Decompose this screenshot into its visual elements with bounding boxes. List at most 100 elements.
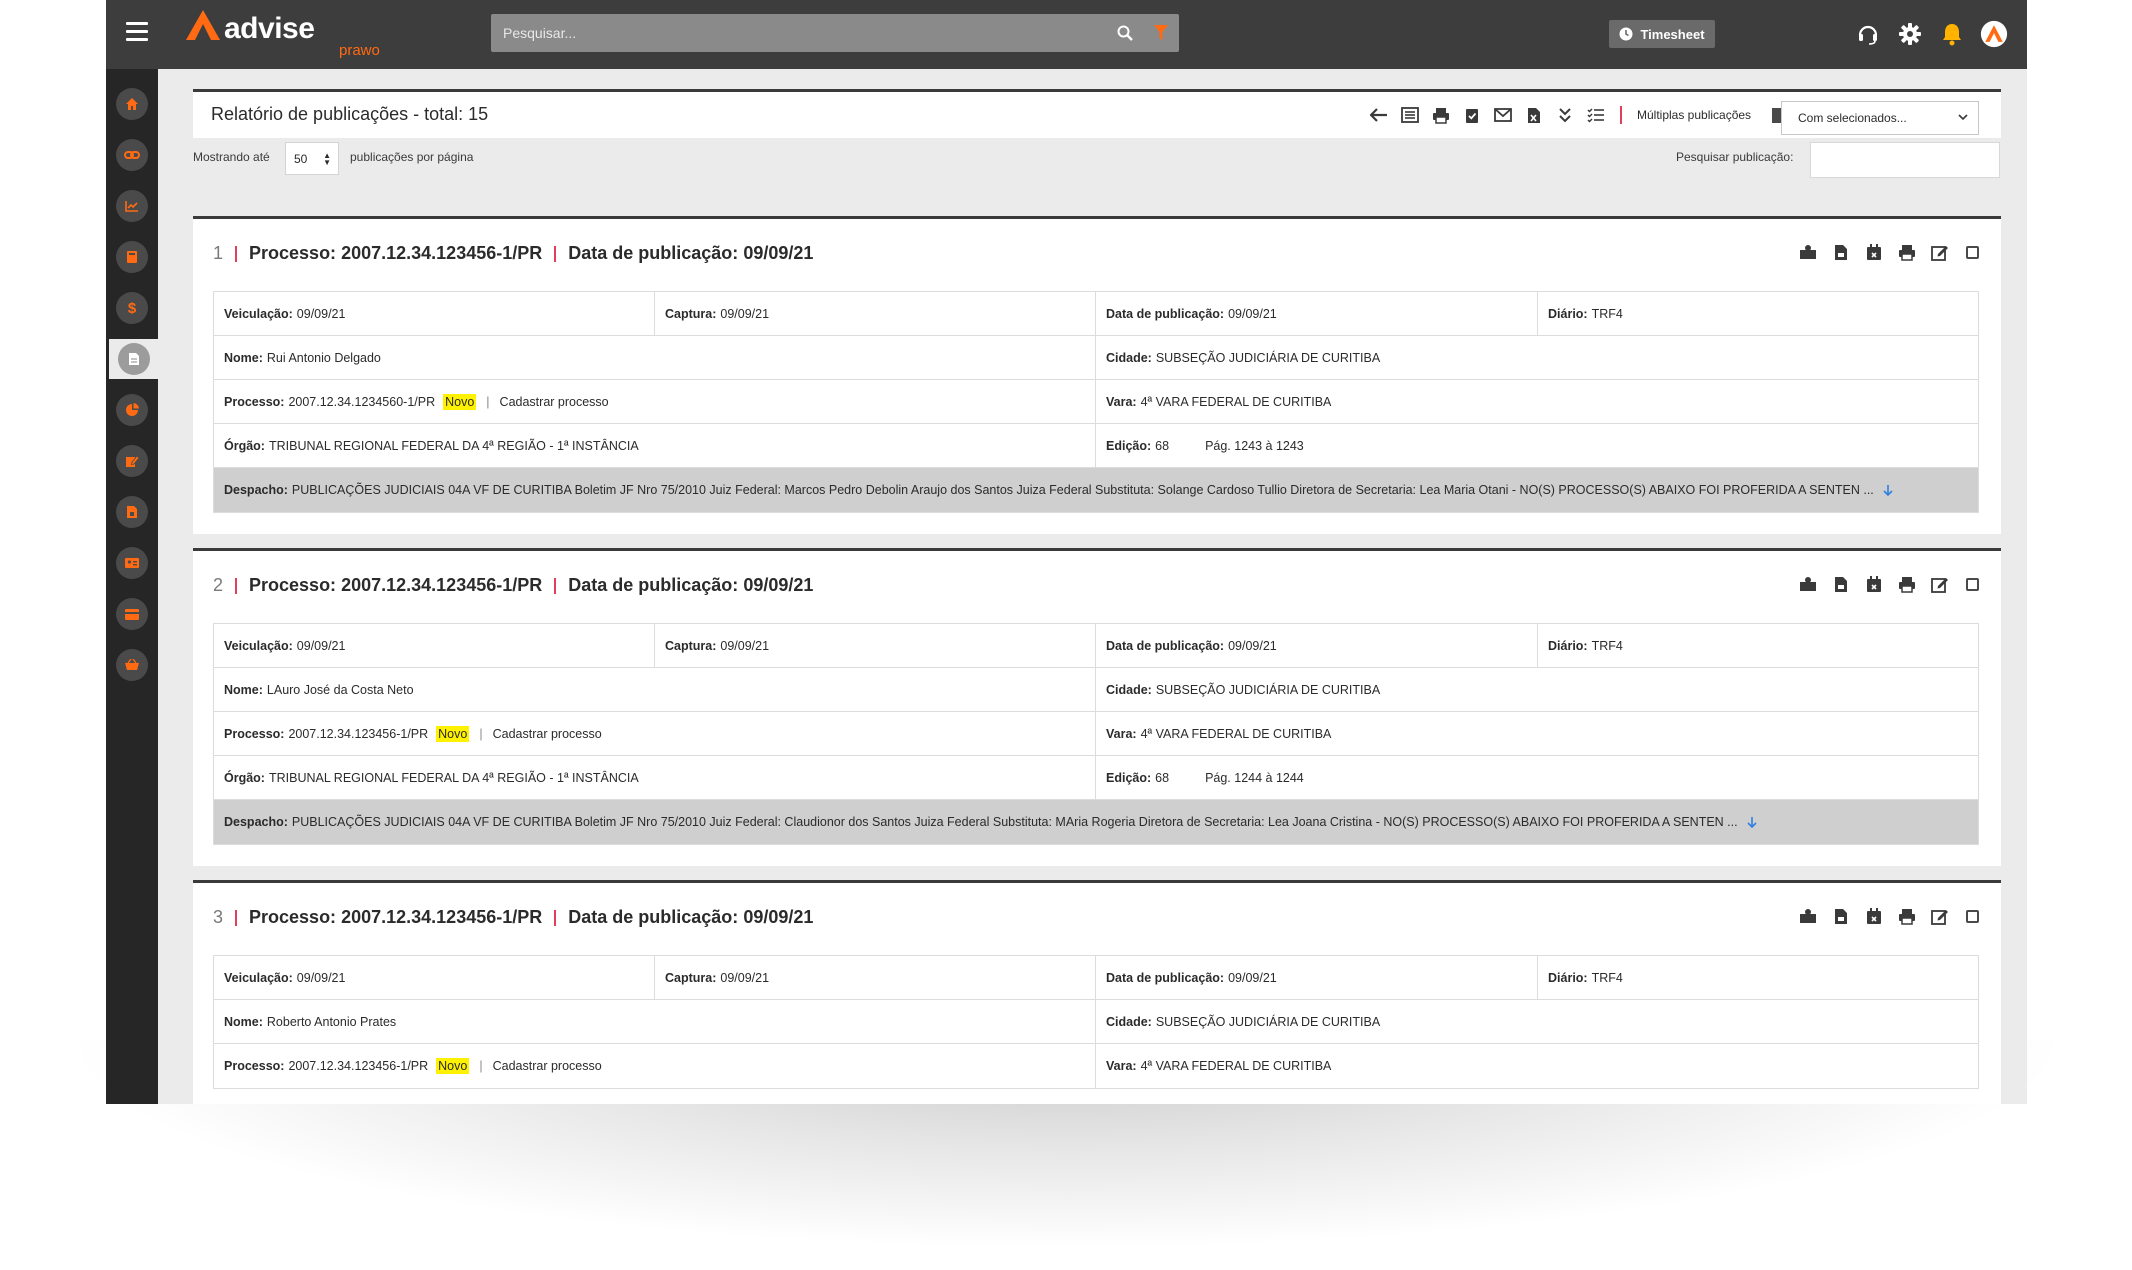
label-veiculacao: Veiculação:	[224, 970, 293, 985]
heading-processo-label: Processo:	[249, 575, 337, 595]
label-data-publicacao: Data de publicação:	[1106, 306, 1225, 321]
back-arrow-icon[interactable]	[1368, 104, 1390, 126]
sidebar-item-store[interactable]	[112, 645, 152, 685]
label-edicao: Edição:	[1106, 438, 1152, 453]
sidebar-item-charts[interactable]	[112, 186, 152, 226]
despacho-row: Despacho: PUBLICAÇÕES JUDICIAIS 04A VF DE…	[214, 468, 1978, 512]
sidebar-item-contacts[interactable]	[112, 543, 152, 583]
calendar-icon[interactable]	[1863, 573, 1885, 595]
print-icon[interactable]	[1896, 573, 1918, 595]
publication-number: 2	[213, 575, 224, 595]
publication-actions	[1797, 241, 1979, 263]
sidebar-item-books[interactable]	[112, 237, 152, 277]
value-processo: 2007.12.34.123456-1/PR	[288, 1059, 429, 1073]
despacho-row: Despacho: PUBLICAÇÕES JUDICIAIS 04A VF DE…	[214, 800, 1978, 844]
novo-badge: Novo	[436, 1058, 470, 1074]
bell-icon[interactable]	[1938, 20, 1966, 48]
share-icon[interactable]	[1797, 573, 1819, 595]
pdf-icon[interactable]	[1830, 241, 1852, 263]
sidebar-item-files[interactable]	[112, 492, 152, 532]
value-data-publicacao: 09/09/21	[1228, 306, 1277, 321]
card-icon	[125, 608, 139, 620]
cadastrar-processo-link[interactable]: Cadastrar processo	[500, 395, 609, 409]
edit-icon[interactable]	[1929, 241, 1951, 263]
publication-card: 3 Processo: 2007.12.34.123456-1/PR Data …	[193, 880, 2001, 1104]
arrow-down-icon[interactable]	[1882, 484, 1894, 497]
sidebar-item-links[interactable]	[112, 135, 152, 175]
value-vara: 4ª VARA FEDERAL DE CURITIBA	[1140, 394, 1332, 409]
heading-data-label: Data de publicação:	[568, 575, 739, 595]
list-icon[interactable]	[1399, 104, 1421, 126]
global-search-input[interactable]	[491, 13, 1107, 53]
edit-icon[interactable]	[1929, 905, 1951, 927]
checklist-icon[interactable]	[1585, 104, 1607, 126]
menu-icon[interactable]	[126, 22, 148, 44]
page-title: Relatório de publicações - total: 15	[211, 104, 489, 124]
publication-actions	[1797, 573, 1979, 595]
timesheet-button[interactable]: Timesheet	[1609, 20, 1715, 48]
value-edicao: 68	[1155, 438, 1170, 453]
value-veiculacao: 09/09/21	[296, 638, 346, 653]
app-window: advise prawo Timesheet	[106, 0, 2027, 1104]
calendar-icon[interactable]	[1863, 905, 1885, 927]
select-publication-checkbox[interactable]	[1966, 909, 1979, 923]
bulk-action-select[interactable]: Com selecionados...	[1781, 101, 1979, 135]
filter-icon[interactable]	[1143, 14, 1179, 52]
book-icon	[127, 251, 137, 263]
sidebar-item-home[interactable]	[112, 84, 152, 124]
arrow-down-icon[interactable]	[1746, 816, 1758, 829]
sidebar-item-finance[interactable]: $	[112, 288, 152, 328]
label-processo: Processo:	[224, 1059, 285, 1073]
list-controls: Mostrando até 50 ▲ ▼ publicações por pági…	[193, 142, 2001, 178]
pdf-icon[interactable]	[1830, 573, 1852, 595]
sidebar-item-publications[interactable]	[109, 339, 158, 379]
excel-icon[interactable]	[1523, 104, 1545, 126]
label-orgao: Órgão:	[224, 770, 265, 785]
publication-search-input[interactable]	[1810, 142, 2000, 178]
publication-number: 3	[213, 907, 224, 927]
heading-separator	[235, 577, 238, 594]
share-icon[interactable]	[1797, 241, 1819, 263]
clipboard-check-icon[interactable]	[1461, 104, 1483, 126]
pdf-icon[interactable]	[1830, 905, 1852, 927]
calendar-icon[interactable]	[1863, 241, 1885, 263]
label-despacho: Despacho:	[224, 483, 288, 497]
label-cidade: Cidade:	[1106, 682, 1152, 697]
link-icon	[124, 151, 140, 159]
document-icon	[128, 353, 139, 365]
print-icon[interactable]	[1896, 241, 1918, 263]
sidebar-item-tasks[interactable]	[112, 441, 152, 481]
share-icon[interactable]	[1797, 905, 1819, 927]
search-icon[interactable]	[1107, 14, 1143, 52]
publication-card: 1 Processo: 2007.12.34.123456-1/PR Data …	[193, 216, 2001, 534]
value-veiculacao: 09/09/21	[296, 970, 346, 985]
cadastrar-processo-link[interactable]: Cadastrar processo	[493, 1059, 602, 1073]
envelope-icon[interactable]	[1492, 104, 1514, 126]
value-processo: 2007.12.34.1234560-1/PR	[288, 394, 436, 409]
label-captura: Captura:	[665, 970, 717, 985]
top-bar: advise prawo Timesheet	[106, 0, 2027, 69]
double-chevron-icon[interactable]	[1554, 104, 1576, 126]
value-vara: 4ª VARA FEDERAL DE CURITIBA	[1140, 726, 1332, 741]
per-page-select[interactable]: 50 ▲ ▼	[285, 142, 339, 175]
sidebar-item-reports[interactable]	[112, 390, 152, 430]
sidebar-item-payments[interactable]	[112, 594, 152, 634]
avatar[interactable]	[1980, 20, 2008, 48]
details-row: Veiculação: 09/09/21 Captura: 09/09/21 Dat…	[214, 292, 1978, 336]
showing-suffix: publicações por página	[350, 150, 474, 164]
support-icon[interactable]	[1854, 20, 1882, 48]
label-diario: Diário:	[1548, 306, 1588, 321]
edit-icon[interactable]	[1929, 573, 1951, 595]
select-publication-checkbox[interactable]	[1966, 577, 1979, 591]
heading-data: 09/09/21	[743, 243, 814, 263]
cadastrar-processo-link[interactable]: Cadastrar processo	[493, 727, 602, 741]
gear-icon[interactable]	[1896, 20, 1924, 48]
select-publication-checkbox[interactable]	[1966, 245, 1979, 259]
details-row: Processo: 2007.12.34.1234560-1/PR Novo | Cad…	[214, 380, 1978, 424]
file-icon	[127, 506, 137, 518]
publication-heading: 2 Processo: 2007.12.34.123456-1/PR Data …	[213, 575, 813, 596]
value-data-publicacao: 09/09/21	[1228, 638, 1277, 653]
print-icon[interactable]	[1430, 104, 1452, 126]
print-icon[interactable]	[1896, 905, 1918, 927]
brand-sub: prawo	[339, 42, 380, 59]
